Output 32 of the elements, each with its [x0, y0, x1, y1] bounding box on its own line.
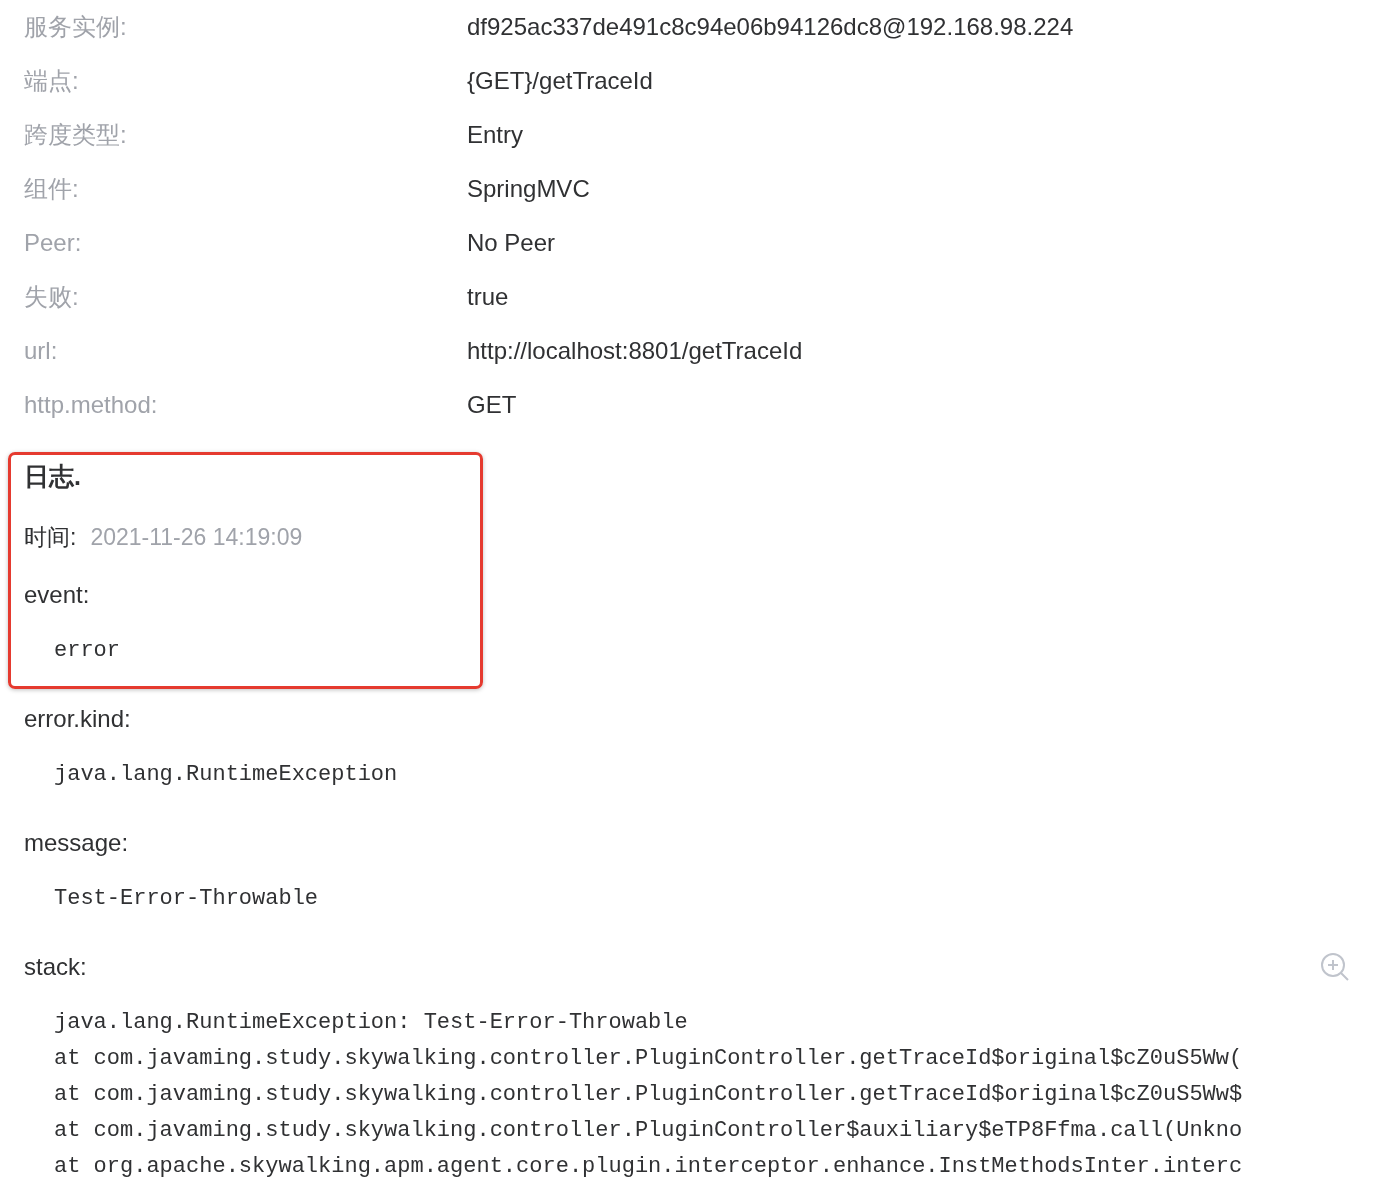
detail-label: 服务实例: [24, 12, 128, 42]
detail-value: SpringMVC [467, 175, 590, 203]
detail-label: http.method: [24, 391, 159, 419]
code-line: at com.javaming.study.skywalking.controller.PluginController.getTraceId$original$cZ0uS5Ww( [54, 1045, 1244, 1073]
detail-value: Entry [467, 121, 523, 149]
code-line: at org.apache.skywalking.apm.agent.core.plugin.interceptor.enhance.InstMethodsInter.interc [54, 1153, 1244, 1181]
code-line: Test-Error-Throwable [54, 885, 320, 913]
detail-value: true [467, 283, 509, 311]
detail-value: GET [467, 391, 517, 419]
detail-value: {GET}/getTraceId [467, 67, 653, 95]
code-line: java.lang.RuntimeException [54, 761, 399, 789]
code-line: java.lang.RuntimeException: Test-Error-Throwable [54, 1009, 689, 1037]
field-key: stack: [24, 953, 87, 981]
code-line: at com.javaming.study.skywalking.controller.PluginController.getTraceId$original$cZ0uS5Ww$ [54, 1081, 1244, 1109]
detail-label: 组件: [24, 174, 80, 204]
detail-label: 失败: [24, 282, 80, 312]
detail-label: 跨度类型: [24, 120, 128, 150]
field-key: error.kind: [24, 705, 131, 733]
code-line: error [54, 637, 121, 665]
detail-label: Peer: [24, 229, 83, 257]
field-key: message: [24, 829, 129, 857]
time-label: 时间: [24, 522, 77, 552]
detail-label: url: [24, 337, 59, 365]
detail-value: df925ac337de491c8c94e06b94126dc8@192.168.98.224 [467, 13, 1074, 41]
detail-value: http://localhost:8801/getTraceId [467, 337, 803, 365]
detail-label: 端点: [24, 66, 80, 96]
detail-value: No Peer [467, 229, 556, 257]
log-title: 日志. [24, 461, 82, 492]
zoom-in-icon[interactable] [1320, 952, 1350, 982]
field-key: event: [24, 581, 90, 609]
time-value: 2021-11-26 14:19:09 [90, 523, 303, 551]
code-line: at com.javaming.study.skywalking.controller.PluginController$auxiliary$eTP8Ffma.call(Unkno [54, 1117, 1244, 1145]
